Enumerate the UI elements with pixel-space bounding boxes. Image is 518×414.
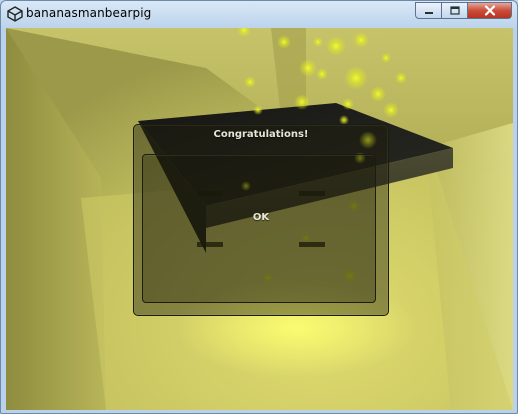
window-title: bananasmanbearpig: [26, 6, 152, 20]
ok-button-label: OK: [252, 212, 270, 223]
window-controls: [415, 2, 512, 21]
maximize-button[interactable]: [442, 2, 468, 19]
title-bar[interactable]: bananasmanbearpig: [1, 1, 517, 27]
close-icon: [484, 5, 495, 16]
dialog-title: Congratulations!: [213, 129, 309, 140]
game-viewport[interactable]: Congratulations! OK: [6, 28, 513, 410]
ok-button[interactable]: OK: [197, 191, 325, 247]
app-window: bananasmanbearpig Congratulations! OK: [0, 0, 518, 414]
minimize-icon: [424, 11, 433, 14]
close-button[interactable]: [468, 2, 512, 19]
button-frame-bottom-left: [197, 242, 223, 247]
dialog-content-panel: OK: [142, 154, 376, 303]
maximize-icon: [449, 6, 460, 15]
unity-logo-icon: [7, 6, 23, 22]
button-frame-top-right: [299, 191, 325, 196]
button-frame-top-left: [197, 191, 223, 196]
congratulations-dialog: Congratulations! OK: [133, 124, 389, 316]
minimize-button[interactable]: [415, 2, 442, 19]
button-frame-bottom-right: [299, 242, 325, 247]
